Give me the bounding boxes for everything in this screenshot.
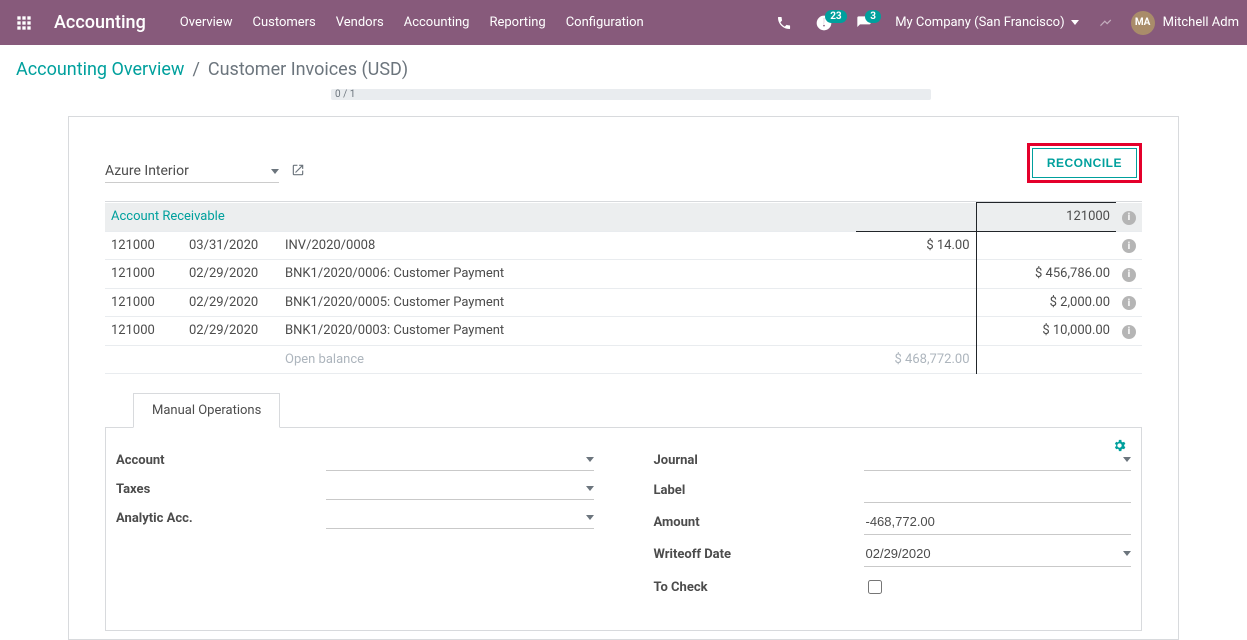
amount-field[interactable] [864,510,1132,535]
nav-configuration[interactable]: Configuration [556,0,654,45]
table-row[interactable]: 121000 02/29/2020 BNK1/2020/0006: Custom… [105,260,1142,289]
activity-badge: 23 [825,10,846,23]
nav-overview[interactable]: Overview [170,0,243,45]
taxes-field[interactable] [326,478,594,500]
breadcrumb: Accounting Overview / Customer Invoices … [0,45,1247,82]
chevron-down-icon [1123,457,1131,462]
table-header-row: Account Receivable 121000 i [105,203,1142,232]
breadcrumb-parent[interactable]: Accounting Overview [16,59,184,80]
label-field[interactable] [864,478,1132,503]
nav-vendors[interactable]: Vendors [326,0,394,45]
pager[interactable]: 0 / 1 [331,89,931,100]
nav-reporting[interactable]: Reporting [479,0,555,45]
tabs: Manual Operations [105,392,1142,428]
journal-field[interactable] [864,449,1132,471]
label-journal: Journal [654,453,864,468]
apps-menu-icon[interactable] [8,7,40,39]
label-amount: Amount [654,515,864,530]
info-icon[interactable]: i [1122,268,1136,282]
chevron-down-icon [586,515,594,520]
label-taxes: Taxes [116,482,326,497]
writeoff-date-field[interactable] [864,542,1132,567]
breadcrumb-current: Customer Invoices (USD) [208,59,408,80]
info-icon[interactable]: i [1122,211,1136,225]
chevron-down-icon [271,169,279,174]
label-writeoff-date: Writeoff Date [654,547,864,562]
table-row[interactable]: 121000 03/31/2020 INV/2020/0008 $ 14.00 … [105,231,1142,260]
info-icon[interactable]: i [1122,325,1136,339]
discuss-badge: 3 [865,10,881,23]
chevron-down-icon [586,486,594,491]
chevron-down-icon [1123,551,1131,556]
reconcile-highlight: Reconcile [1027,143,1142,183]
discuss-icon[interactable]: 3 [847,6,881,40]
label-to-check: To Check [654,580,864,595]
reconciliation-table: Account Receivable 121000 i 121000 03/31… [105,202,1142,374]
company-name: My Company (San Francisco) [895,15,1064,30]
info-icon[interactable]: i [1122,296,1136,310]
topbar: Accounting Overview Customers Vendors Ac… [0,0,1247,45]
to-check-field[interactable] [864,574,1132,601]
account-link[interactable]: Account Receivable [105,203,856,232]
top-nav: Overview Customers Vendors Accounting Re… [170,0,654,45]
label-label: Label [654,483,864,498]
partner-select[interactable]: Azure Interior [105,161,279,183]
user-menu[interactable]: MA Mitchell Adm [1125,11,1239,35]
partner-name: Azure Interior [105,163,189,179]
phone-icon[interactable] [767,6,801,40]
nav-customers[interactable]: Customers [242,0,325,45]
external-link-icon[interactable] [291,163,305,181]
tab-manual-operations[interactable]: Manual Operations [133,393,280,428]
chevron-down-icon [1071,20,1079,25]
label-account: Account [116,453,326,468]
debug-icon[interactable] [1093,14,1119,32]
reconcile-button[interactable]: Reconcile [1032,148,1137,178]
table-row[interactable]: 121000 02/29/2020 BNK1/2020/0005: Custom… [105,288,1142,317]
info-icon[interactable]: i [1122,239,1136,253]
breadcrumb-separator: / [192,59,199,80]
account-code: 121000 [976,203,1116,232]
user-name: Mitchell Adm [1163,15,1239,30]
company-selector[interactable]: My Company (San Francisco) [887,15,1086,30]
chevron-down-icon [586,457,594,462]
account-field[interactable] [326,449,594,471]
open-balance-row: Open balance $ 468,772.00 [105,345,1142,374]
app-title[interactable]: Accounting [54,12,146,33]
label-analytic: Analytic Acc. [116,511,326,526]
table-row[interactable]: 121000 02/29/2020 BNK1/2020/0003: Custom… [105,317,1142,346]
manual-operations-panel: Account Taxes Analytic Acc. Journal [105,428,1142,631]
sheet: Azure Interior Reconcile Account Receiva… [68,116,1179,640]
activity-icon[interactable]: 23 [807,6,841,40]
analytic-field[interactable] [326,507,594,529]
avatar: MA [1131,11,1155,35]
nav-accounting[interactable]: Accounting [394,0,480,45]
gear-icon[interactable] [1112,438,1127,457]
